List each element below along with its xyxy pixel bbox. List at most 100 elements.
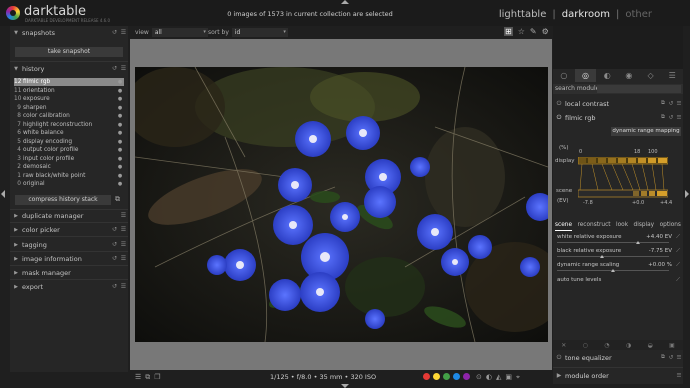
tab-scene[interactable]: scene [555,222,573,231]
white-relative-exposure-slider[interactable]: white relative exposure +4.40 EV ⟋ [556,234,680,246]
presets-icon[interactable]: ☰ [119,226,128,233]
collapse-bottom-panel-arrow-icon[interactable] [341,384,349,388]
presets-icon[interactable]: ☰ [119,255,128,262]
color-label-yellow-icon[interactable] [433,373,440,380]
view-darkroom[interactable]: darkroom [562,9,610,20]
blend-uniform-icon[interactable]: ○ [583,342,588,349]
blend-off-icon[interactable]: ✕ [561,342,566,349]
presets-icon[interactable]: ☰ [675,115,683,121]
raw-overexposed-icon[interactable]: ⊙ [476,373,482,382]
history-item[interactable]: 7 highlight reconstruction ● [14,121,124,129]
tab-reconstruct[interactable]: reconstruct [577,222,610,231]
reset-icon[interactable]: ↺ [110,241,119,248]
power-icon[interactable]: ⏻ [553,354,565,362]
auto-tune-levels-row[interactable]: auto tune levels ⟋ [556,277,680,289]
tab-correct-icon[interactable]: ☰ [661,69,683,82]
history-item[interactable]: 8 color calibration ● [14,112,124,120]
export-header[interactable]: ▶ export ↺ ☰ [10,281,128,292]
brush-icon[interactable]: ✎ [530,27,537,36]
color-picker-icon[interactable]: ⟋ [676,262,680,269]
compress-history-button[interactable]: compress history stack [15,195,111,205]
presets-icon[interactable]: ☰ [119,241,128,248]
gamut-check-icon[interactable]: ▣ [505,373,512,382]
tab-color-icon[interactable]: ◇ [640,69,662,82]
star-icon[interactable]: ☆ [518,27,525,36]
tab-active-modules-icon[interactable]: ◎ [574,69,597,82]
presets-icon[interactable]: ☰ [119,212,128,219]
reset-icon[interactable]: ↺ [110,255,119,262]
search-module-input[interactable] [597,85,681,93]
presets-icon[interactable]: ☰ [675,101,683,107]
photo-preview[interactable] [135,67,548,342]
multi-instance-icon[interactable]: ⧉ [659,100,667,107]
history-item[interactable]: 0 original ● [14,180,124,188]
reset-icon[interactable]: ↺ [667,355,675,361]
color-label-blue-icon[interactable] [453,373,460,380]
presets-icon[interactable]: ☰ [119,283,128,290]
second-window-icon[interactable]: ❐ [154,373,160,382]
multi-instance-icon[interactable]: ⧉ [659,354,667,361]
blend-drawn-icon[interactable]: ◔ [604,342,609,349]
reset-icon[interactable]: ↺ [110,65,119,72]
image-information-header[interactable]: ▶ image information ↺ ☰ [10,253,128,264]
reset-icon[interactable]: ↺ [667,101,675,107]
presets-icon[interactable]: ☰ [119,29,128,36]
duplicate-manager-header[interactable]: ▶ duplicate manager ☰ [10,210,128,221]
presets-icon[interactable]: ☰ [675,373,683,379]
take-snapshot-button[interactable]: take snapshot [15,47,123,57]
reset-icon[interactable]: ↺ [667,115,675,121]
local-contrast-header[interactable]: ⏻ local contrast ⧉ ↺ ☰ [553,98,683,109]
black-relative-exposure-slider[interactable]: black relative exposure -7.75 EV ⟋ [556,248,680,260]
dynamic-range-scaling-slider[interactable]: dynamic range scaling +0.00 % ⟋ [556,262,680,274]
tab-look[interactable]: look [616,222,628,231]
blend-raster-icon[interactable]: ▣ [669,342,675,349]
color-label-red-icon[interactable] [423,373,430,380]
tagging-header[interactable]: ▶ tagging ↺ ☰ [10,239,128,250]
color-picker-header[interactable]: ▶ color picker ↺ ☰ [10,224,128,235]
tab-display[interactable]: display [634,222,655,231]
tab-tone-icon[interactable]: ◉ [618,69,640,82]
compare-icon[interactable]: ⧉ [145,373,150,382]
color-picker-icon[interactable]: ⟋ [676,248,680,255]
grid-overlay-icon[interactable]: ⊞ [504,27,513,36]
filmic-graph[interactable]: (%) display scene (EV) 0 18 100 -7.8 +0.… [553,138,683,224]
history-item[interactable]: 1 raw black/white point ● [14,172,124,180]
multi-instance-icon[interactable]: ⧉ [659,114,667,121]
history-item[interactable]: 2 demosaic ● [14,163,124,171]
softproof-icon[interactable]: ◭ [496,373,501,382]
sort-by-dropdown[interactable]: id ▾ [231,28,288,37]
slider-knob[interactable] [635,241,640,244]
reset-icon[interactable]: ↺ [110,226,119,233]
collapse-left-panel-arrow-icon[interactable] [1,190,5,198]
module-order-header[interactable]: ▶ module order ☰ [553,370,683,381]
truncate-history-icon[interactable]: ⧉ [115,195,120,204]
blend-combined-icon[interactable]: ◒ [647,342,652,349]
blend-parametric-icon[interactable]: ◑ [626,342,631,349]
history-header[interactable]: ▼ history ↺ ☰ [10,63,128,74]
history-item[interactable]: 6 white balance ● [14,129,124,137]
slider-knob[interactable] [611,269,615,272]
history-item[interactable]: 3 input color profile ● [14,155,124,163]
tab-power-icon[interactable]: ○ [553,69,575,82]
tab-options[interactable]: options [660,222,681,231]
clipping-icon[interactable]: ◐ [486,373,492,382]
history-item[interactable]: 5 display encoding ● [14,138,124,146]
reset-icon[interactable]: ↺ [110,283,119,290]
tab-base-icon[interactable]: ◐ [596,69,618,82]
power-on-icon[interactable]: ⏻ [553,114,565,122]
color-label-purple-icon[interactable] [463,373,470,380]
menu-icon[interactable]: ☰ [135,373,141,382]
collapse-right-panel-arrow-icon[interactable] [685,190,689,198]
color-label-green-icon[interactable] [443,373,450,380]
tone-equalizer-header[interactable]: ⏻ tone equalizer ⧉ ↺ ☰ [553,352,683,363]
power-icon[interactable]: ⏻ [553,100,565,108]
history-item[interactable]: 12 filmic rgb ● [14,78,124,86]
mask-manager-header[interactable]: ▶ mask manager [10,267,128,278]
history-item[interactable]: 4 output color profile ● [14,146,124,154]
view-lighttable[interactable]: lighttable [499,9,547,20]
view-other[interactable]: other [625,9,652,20]
reset-icon[interactable]: ↺ [110,29,119,36]
dynamic-range-mapping-button[interactable]: dynamic range mapping [611,127,681,136]
settings-gear-icon[interactable]: ⚙ [542,27,549,36]
snapshots-header[interactable]: ▼ snapshots ↺ ☰ [10,27,128,38]
